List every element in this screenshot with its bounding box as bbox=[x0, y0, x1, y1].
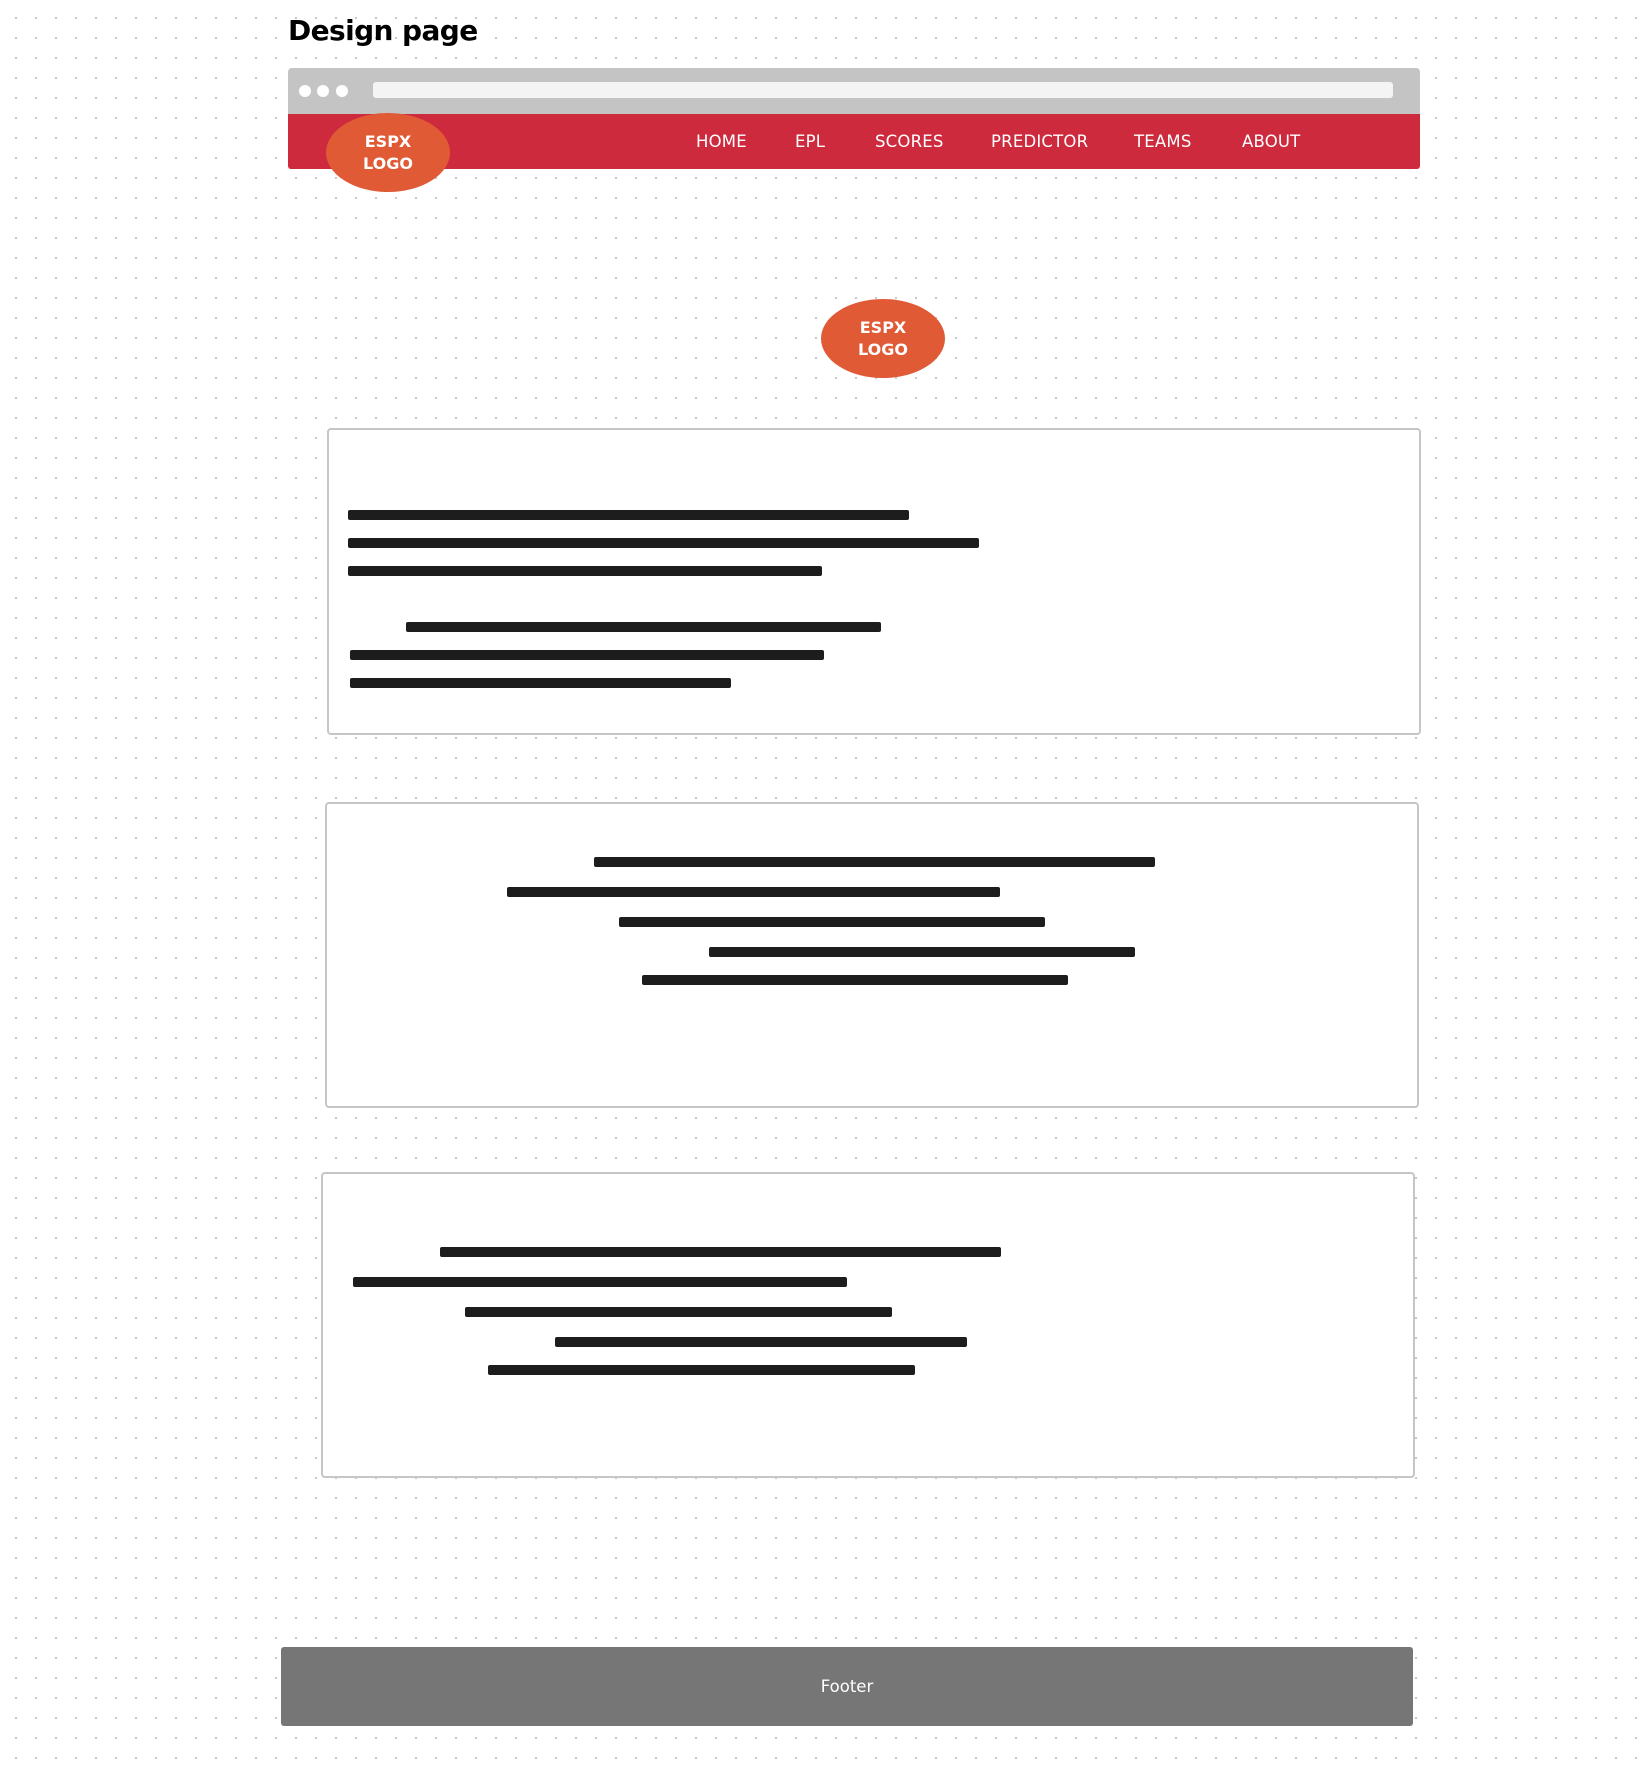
text-placeholder-line bbox=[642, 975, 1068, 985]
text-placeholder-line bbox=[348, 538, 979, 548]
text-placeholder-line bbox=[555, 1337, 967, 1347]
footer-label: Footer bbox=[820, 1677, 874, 1696]
nav-about[interactable]: ABOUT bbox=[1242, 114, 1300, 169]
logo-line: LOGO bbox=[858, 339, 908, 359]
hero-logo: ESPX LOGO bbox=[821, 299, 945, 378]
logo-line: LOGO bbox=[363, 153, 413, 173]
nav-home[interactable]: HOME bbox=[696, 114, 747, 169]
address-bar[interactable] bbox=[373, 82, 1393, 98]
text-placeholder-line bbox=[488, 1365, 915, 1375]
page-title: Design page bbox=[288, 14, 478, 47]
nav-predictor[interactable]: PREDICTOR bbox=[991, 114, 1088, 169]
text-placeholder-line bbox=[353, 1277, 847, 1287]
text-placeholder-line bbox=[348, 566, 822, 576]
text-placeholder-line bbox=[440, 1247, 1001, 1257]
text-placeholder-line bbox=[350, 650, 824, 660]
browser-chrome bbox=[288, 68, 1420, 114]
nav-epl[interactable]: EPL bbox=[795, 114, 825, 169]
footer: Footer bbox=[281, 1647, 1413, 1726]
content-card bbox=[321, 1172, 1415, 1478]
text-placeholder-line bbox=[619, 917, 1045, 927]
text-placeholder-line bbox=[348, 510, 909, 520]
text-placeholder-line bbox=[465, 1307, 892, 1317]
logo-line: ESPX bbox=[364, 131, 412, 151]
text-placeholder-line bbox=[507, 887, 1000, 897]
header-logo[interactable]: ESPX LOGO bbox=[326, 113, 450, 192]
window-dot-icon bbox=[299, 85, 311, 97]
window-dot-icon bbox=[317, 85, 329, 97]
text-placeholder-line bbox=[594, 857, 1155, 867]
logo-line: ESPX bbox=[859, 317, 907, 337]
text-placeholder-line bbox=[350, 678, 731, 688]
content-card bbox=[327, 428, 1421, 735]
text-placeholder-line bbox=[709, 947, 1135, 957]
nav-teams[interactable]: TEAMS bbox=[1134, 114, 1192, 169]
nav-scores[interactable]: SCORES bbox=[875, 114, 944, 169]
content-card bbox=[325, 802, 1419, 1108]
text-placeholder-line bbox=[406, 622, 881, 632]
window-dot-icon bbox=[336, 85, 348, 97]
